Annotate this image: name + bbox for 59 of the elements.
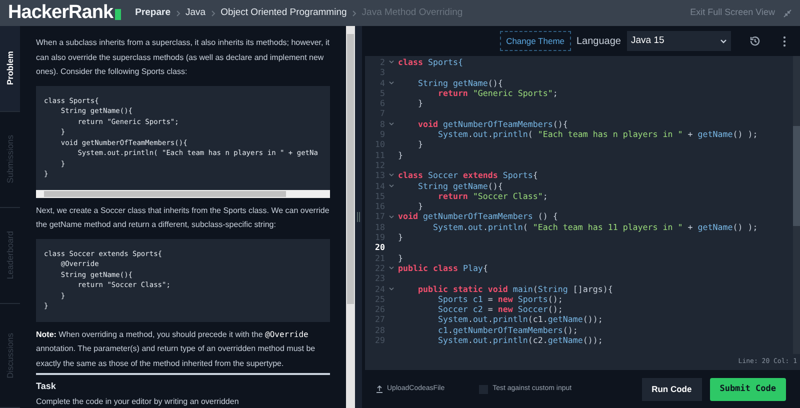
chevron-icon <box>176 10 180 16</box>
code-line: } <box>398 232 403 242</box>
fold-chevron-icon[interactable] <box>389 60 394 64</box>
line-number: 20 <box>374 242 385 253</box>
code-line: void getNumberOfTeamMembers () { <box>398 211 558 222</box>
scrollbar[interactable] <box>346 26 355 408</box>
editor-scrollbar-thumb[interactable] <box>793 126 800 226</box>
chevron-down-icon <box>720 38 727 44</box>
code-line: String getName(){ <box>416 78 503 88</box>
note-paragraph: Note: When overriding a method, you should precede it with the @Override annotation. The parameter(s) and return type of an overridden method must be exactly the same as those of the method inherited from the supertype. <box>36 328 330 375</box>
chevron-icon <box>352 10 357 16</box>
code-line: System.out.println(c2.getName()); <box>436 335 603 346</box>
code-line: String getName(){ <box>416 180 503 191</box>
run-code-button[interactable]: Run Code <box>642 378 702 400</box>
submit-code-button[interactable]: Submit Code <box>710 378 786 400</box>
code-line: return "Soccer Class"; <box>438 190 548 202</box>
code-line: } <box>398 252 403 263</box>
more-options-icon[interactable] <box>783 36 786 46</box>
code-line: } <box>416 139 423 150</box>
code-line: return "Generic Sports"; <box>438 88 558 98</box>
breadcrumb-link[interactable]: Java <box>186 6 206 20</box>
horizontal-scrollbar[interactable] <box>36 190 330 198</box>
code-line: } <box>418 201 423 212</box>
code-line: Soccer c2 = new Soccer(); <box>436 304 563 314</box>
code-line: public class Play{ <box>398 262 488 274</box>
collapse-icon <box>783 8 792 18</box>
upload-icon <box>376 385 383 393</box>
breadcrumb-link[interactable]: Prepare <box>135 6 170 20</box>
change-theme-button[interactable]: Change Theme <box>500 30 570 52</box>
code-line: public static void main(String []args){ <box>416 284 613 294</box>
code-line: void getNumberOfTeamMembers(){ <box>416 118 568 130</box>
fold-chevron-icon[interactable] <box>389 286 394 291</box>
language-label: Language <box>576 34 621 48</box>
fold-chevron-icon[interactable] <box>389 184 394 188</box>
code-line: System.out.println( "Each team has 11 players in " + getName() ); <box>432 222 758 232</box>
fold-chevron-icon[interactable] <box>389 122 394 126</box>
paragraph: When a subclass inherits from a superclass, it also inherits its methods; however, it can also override the superclass methods (as well as declare and implement new ones). Consider the following Sports class: <box>36 37 330 78</box>
fold-chevron-icon[interactable] <box>389 214 394 219</box>
code-line: class Sports{ <box>398 57 463 68</box>
breadcrumb-link[interactable]: Object Oriented Programming <box>220 6 347 20</box>
chevron-icon <box>210 10 216 16</box>
language-dropdown[interactable]: Java 15 <box>627 31 731 51</box>
fold-chevron-icon[interactable] <box>389 173 394 178</box>
paragraph: Next, we create a Soccer class that inherits from the Sports class. We can override the getName method and return a different, subclass-specific string: <box>36 204 330 231</box>
paragraph: Complete the code in your editor by writing an overridden <box>36 396 240 408</box>
history-icon[interactable] <box>749 35 761 47</box>
code-line: c1.getNumberOfTeamMembers(); <box>436 324 578 336</box>
logo[interactable]: HackerRank <box>8 0 114 28</box>
fold-chevron-icon[interactable] <box>389 80 394 85</box>
code-line: class Soccer extends Sports{ <box>398 170 538 181</box>
code-line: System.out.println(c1.getName()); <box>436 314 603 325</box>
code-line: Sports c1 = new Sports(); <box>438 294 563 304</box>
fold-chevron-icon[interactable] <box>389 266 394 270</box>
code-line: } <box>416 98 423 108</box>
code-line: System.out.println( "Each team has n players in " + getName() ); <box>436 129 758 140</box>
logo-mark-icon <box>115 9 122 20</box>
section-heading: Task <box>36 380 57 393</box>
resize-handle[interactable] <box>357 212 360 222</box>
code-line: } <box>398 150 403 160</box>
